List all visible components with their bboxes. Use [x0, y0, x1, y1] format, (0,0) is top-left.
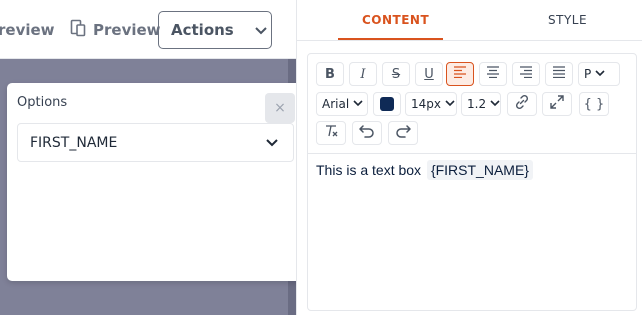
- font-family-select[interactable]: Arial: [316, 92, 368, 116]
- line-height-value: 1.2: [467, 97, 487, 111]
- strikethrough-icon: S: [391, 66, 401, 82]
- clear-format-icon: [324, 124, 338, 142]
- options-select-value: FIRST_NAME: [30, 134, 118, 151]
- align-right-icon: [519, 66, 533, 82]
- underline-icon: U: [424, 66, 434, 82]
- options-title: Options: [17, 95, 68, 110]
- link-button[interactable]: [507, 92, 537, 116]
- source-code-button[interactable]: { }: [579, 92, 609, 116]
- undo-button[interactable]: [352, 121, 382, 145]
- editor-text: This is a text box: [316, 162, 422, 178]
- chevron-down-icon: [444, 97, 456, 111]
- redo-icon: [395, 124, 411, 142]
- preview-button[interactable]: Preview: [70, 19, 161, 41]
- line-height-select[interactable]: 1.2: [461, 92, 501, 116]
- chevron-down-icon: [265, 135, 279, 154]
- close-button[interactable]: ×: [265, 93, 295, 123]
- clear-format-button[interactable]: [316, 121, 346, 145]
- chevron-down-icon: [489, 97, 501, 111]
- options-select[interactable]: FIRST_NAME: [17, 123, 294, 162]
- link-icon: [514, 94, 530, 114]
- text-color-button[interactable]: [373, 92, 401, 116]
- rich-text-editor: B I S U P Arial 14px 1.2 {} This is a t…: [307, 53, 637, 311]
- text-color-swatch: [380, 97, 394, 111]
- font-size-select[interactable]: 14px: [405, 92, 457, 116]
- actions-button[interactable]: Actions: [158, 11, 272, 49]
- bold-icon: B: [325, 66, 335, 82]
- tab-style[interactable]: STYLE: [548, 13, 587, 27]
- align-left-button[interactable]: [446, 62, 474, 86]
- preview-button-label: Preview: [93, 21, 161, 39]
- paragraph-select[interactable]: P: [578, 62, 620, 86]
- paragraph-select-value: P: [584, 67, 592, 81]
- fullscreen-button[interactable]: [542, 92, 572, 116]
- bold-button[interactable]: B: [316, 62, 344, 86]
- preview-icon: [70, 19, 86, 41]
- redo-button[interactable]: [388, 121, 418, 145]
- italic-button[interactable]: I: [349, 62, 377, 86]
- align-right-button[interactable]: [512, 62, 540, 86]
- chevron-down-icon: [594, 67, 606, 81]
- align-center-icon: [486, 66, 500, 82]
- close-icon: ×: [274, 100, 286, 116]
- align-left-icon: [453, 66, 467, 82]
- tab-content[interactable]: CONTENT: [362, 13, 429, 27]
- chevron-down-icon: [352, 97, 364, 111]
- editor-content[interactable]: This is a text box {FIRST_NAME}: [316, 160, 533, 180]
- strikethrough-button[interactable]: S: [382, 62, 410, 86]
- align-justify-icon: [552, 66, 566, 82]
- align-center-button[interactable]: [479, 62, 507, 86]
- font-size-value: 14px: [411, 97, 441, 111]
- preview-tab-partial[interactable]: review: [0, 21, 55, 39]
- properties-panel: CONTENT STYLE B I S U P Arial 14px 1.2 {…: [296, 0, 642, 315]
- editor-toolbar: B I S U P Arial 14px 1.2 {}: [308, 54, 636, 154]
- font-family-value: Arial: [322, 97, 350, 111]
- expand-icon: [550, 95, 564, 113]
- actions-button-label: Actions: [171, 21, 234, 39]
- chevron-down-icon: [254, 21, 268, 40]
- undo-icon: [359, 124, 375, 142]
- tab-divider: [297, 40, 642, 41]
- align-justify-button[interactable]: [545, 62, 573, 86]
- underline-button[interactable]: U: [415, 62, 443, 86]
- top-toolbar: review Preview Actions: [0, 0, 296, 59]
- italic-icon: I: [360, 66, 366, 82]
- options-popup: Options × FIRST_NAME: [7, 83, 305, 281]
- variable-token[interactable]: {FIRST_NAME}: [426, 160, 533, 180]
- code-braces-icon: { }: [583, 96, 605, 112]
